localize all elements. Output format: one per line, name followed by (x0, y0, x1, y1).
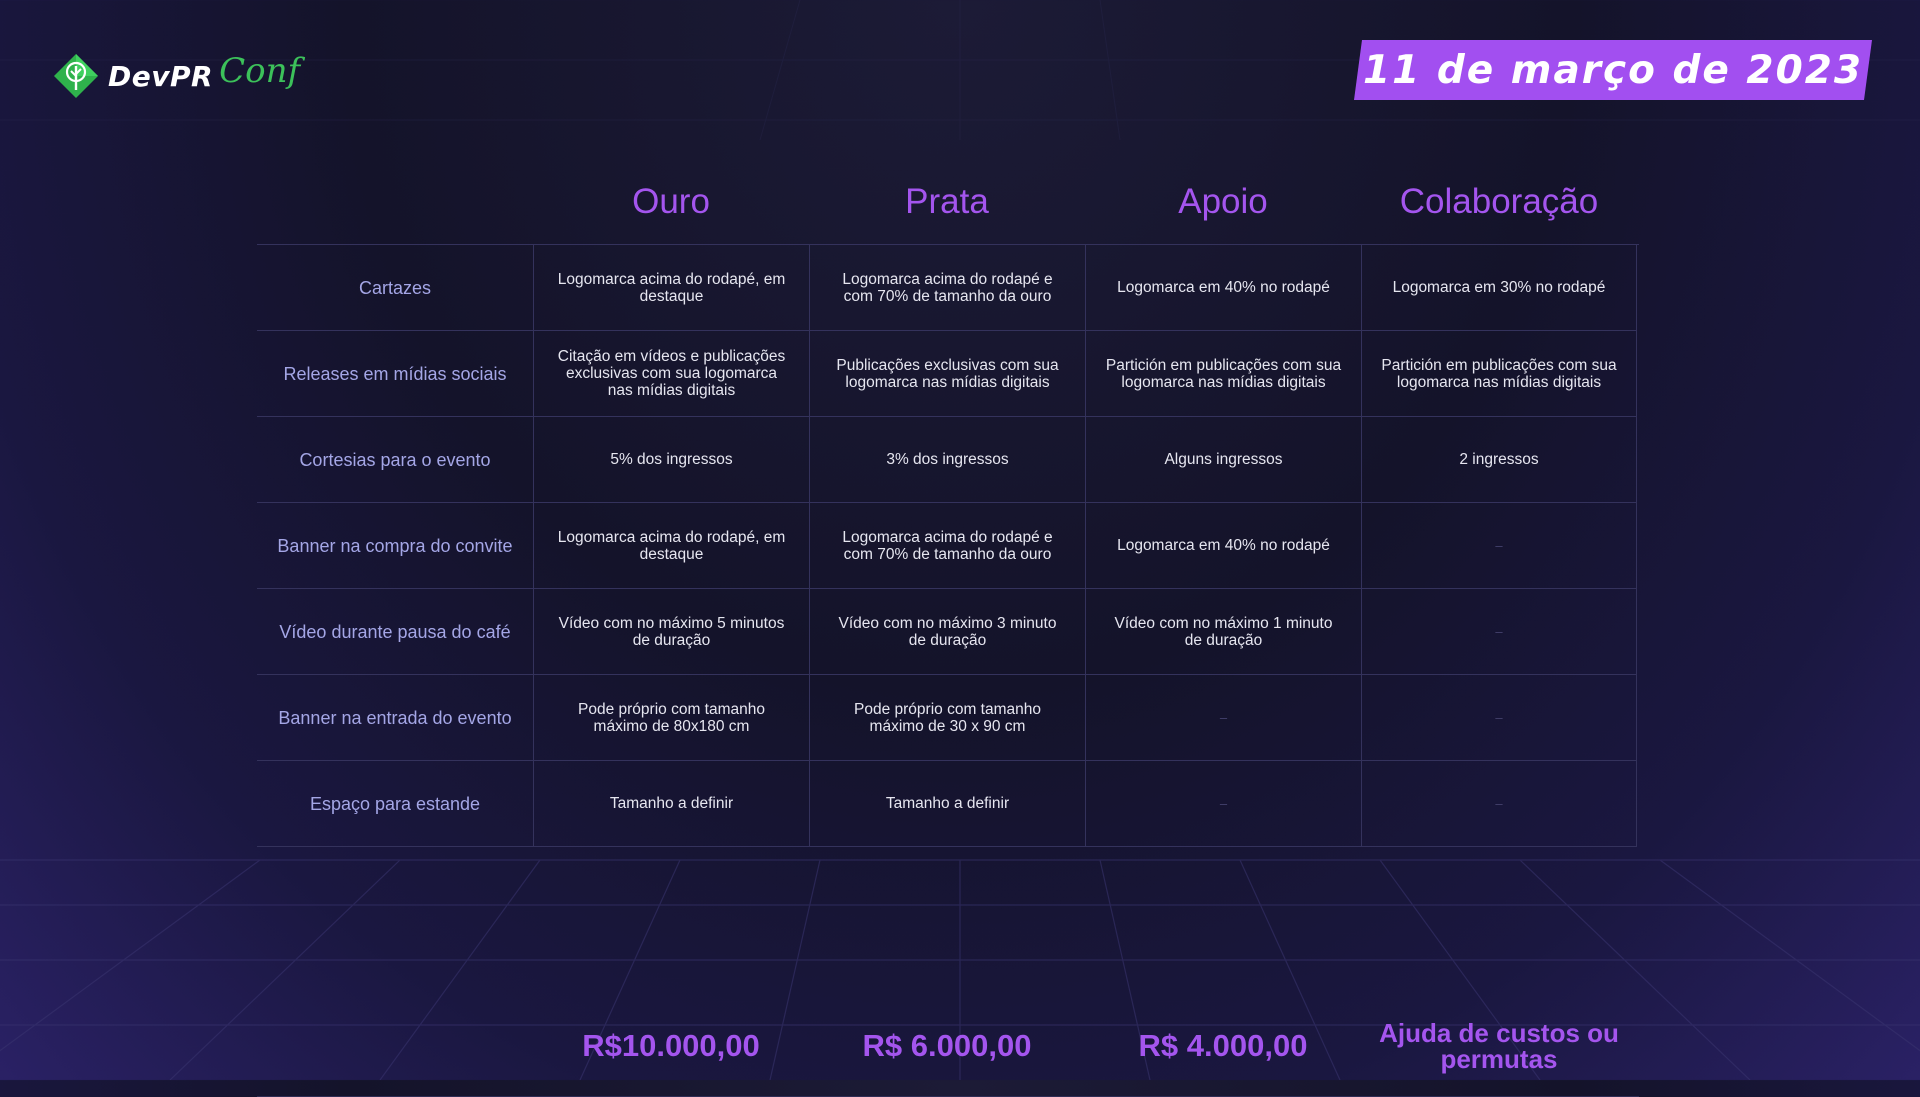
row-label: Releases em mídias sociais (257, 331, 533, 417)
logo-text-conf: Conf (219, 51, 301, 91)
tier-header-ouro: Ouro (632, 182, 710, 221)
table-cell: Logomarca em 30% no rodapé (1361, 245, 1637, 331)
sponsorship-table: Ouro Prata Apoio Colaboração Cartazes Lo… (257, 160, 1639, 1097)
row-label: Cartazes (257, 245, 533, 331)
table-cell: Logomarca em 40% no rodapé (1085, 503, 1361, 589)
table-cell: Citação em vídeos e publicações exclusiv… (533, 331, 809, 417)
price-colaboracao: Ajuda de custos ou permutas (1379, 1017, 1619, 1074)
table-cell: Alguns ingressos (1085, 417, 1361, 503)
tree-diamond-icon (54, 54, 98, 98)
event-date: 11 de março de 2023 (1363, 47, 1863, 93)
row-label: Espaço para estande (257, 761, 533, 847)
tier-header-colaboracao: Colaboração (1399, 182, 1599, 221)
logo-text-devpr: DevPR (108, 59, 214, 93)
row-label: Cortesias para o evento (257, 417, 533, 503)
tier-header-prata: Prata (905, 182, 989, 221)
table-cell: Logomarca acima do rodapé, em destaque (533, 245, 809, 331)
price-row: R$10.000,00 R$ 6.000,00 R$ 4.000,00 Ajud… (257, 995, 1639, 1097)
benefits-grid: Cartazes Logomarca acima do rodapé, em d… (257, 244, 1639, 847)
table-cell: Pode próprio com tamanho máximo de 30 x … (809, 675, 1085, 761)
table-cell: Vídeo com no máximo 1 minuto de duração (1085, 589, 1361, 675)
table-cell: Tamanho a definir (809, 761, 1085, 847)
price-apoio: R$ 4.000,00 (1138, 1027, 1308, 1063)
price-prata: R$ 6.000,00 (862, 1027, 1032, 1063)
table-cell: 3% dos ingressos (809, 417, 1085, 503)
header-spacer (257, 160, 533, 244)
table-cell: Partición em publicações com sua logomar… (1085, 331, 1361, 417)
table-cell: Tamanho a definir (533, 761, 809, 847)
event-date-banner: 11 de março de 2023 (1354, 40, 1872, 100)
table-cell: Publicações exclusivas com sua logomarca… (809, 331, 1085, 417)
table-cell: 2 ingressos (1361, 417, 1637, 503)
price-spacer (257, 995, 533, 1096)
table-cell: Logomarca em 40% no rodapé (1085, 245, 1361, 331)
table-cell: Vídeo com no máximo 3 minuto de duração (809, 589, 1085, 675)
table-cell: Logomarca acima do rodapé, em destaque (533, 503, 809, 589)
devpr-conf-logo: DevPR Conf (52, 51, 301, 100)
table-cell: Logomarca acima do rodapé e com 70% de t… (809, 503, 1085, 589)
table-cell-empty: – (1361, 589, 1637, 675)
table-cell: Vídeo com no máximo 5 minutos de duração (533, 589, 809, 675)
row-label: Banner na compra do convite (257, 503, 533, 589)
table-cell: Logomarca acima do rodapé e com 70% de t… (809, 245, 1085, 331)
table-cell-empty: – (1085, 761, 1361, 847)
table-cell: 5% dos ingressos (533, 417, 809, 503)
table-cell-empty: – (1361, 503, 1637, 589)
price-ouro: R$10.000,00 (582, 1027, 760, 1063)
table-cell: Partición em publicações com sua logomar… (1361, 331, 1637, 417)
table-cell-empty: – (1085, 675, 1361, 761)
table-cell-empty: – (1361, 761, 1637, 847)
row-label: Banner na entrada do evento (257, 675, 533, 761)
tier-header-apoio: Apoio (1178, 182, 1268, 221)
tier-header-row: Ouro Prata Apoio Colaboração (257, 160, 1639, 244)
table-cell-empty: – (1361, 675, 1637, 761)
table-cell: Pode próprio com tamanho máximo de 80x18… (533, 675, 809, 761)
row-label: Vídeo durante pausa do café (257, 589, 533, 675)
